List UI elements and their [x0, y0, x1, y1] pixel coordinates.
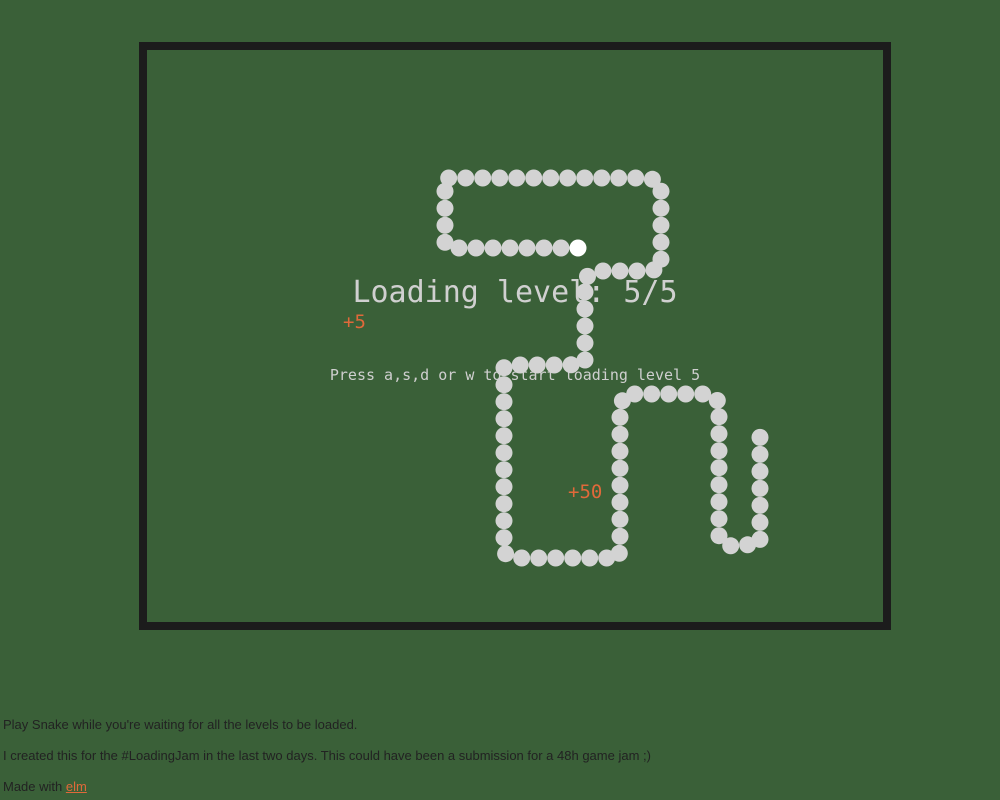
- footer-description: Play Snake while you're waiting for all …: [3, 717, 358, 732]
- game-board[interactable]: [139, 42, 891, 630]
- footer-jam-note: I created this for the #LoadingJam in th…: [3, 748, 651, 763]
- score-popup-large: +50: [568, 481, 603, 503]
- start-instructions: Press a,s,d or w to start loading level …: [329, 366, 701, 384]
- footer-made-with: Made with elm: [3, 779, 87, 794]
- score-popup-small: +5: [343, 311, 366, 333]
- loading-level-text: Loading level: 5/5: [352, 275, 678, 310]
- elm-link[interactable]: elm: [66, 779, 87, 794]
- made-with-prefix: Made with: [3, 779, 66, 794]
